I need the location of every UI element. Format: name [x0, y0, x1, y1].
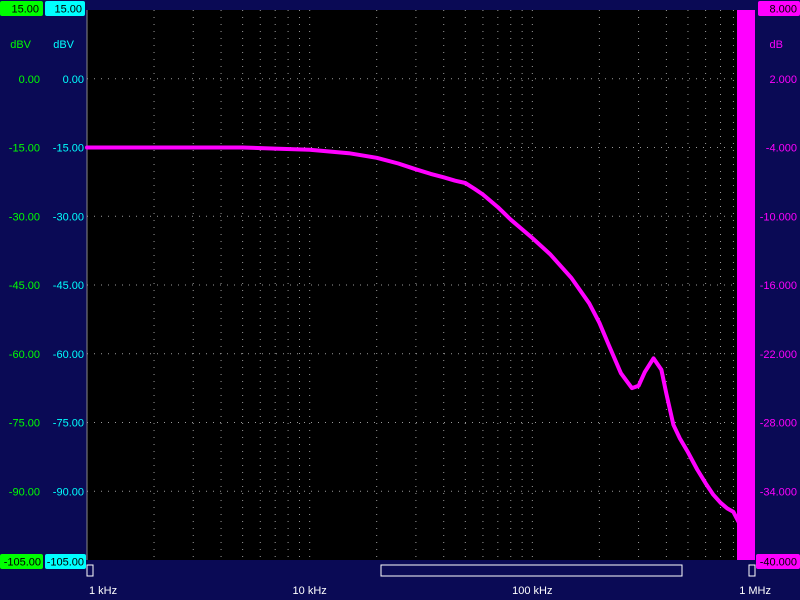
- tick-label-cyan: -45.00: [53, 280, 84, 292]
- x-tick-label: 10 kHz: [293, 585, 327, 597]
- x-axis-labels: 1 kHz 10 kHz 100 kHz 1 MHz: [89, 585, 771, 597]
- top-badge-green: 15.00: [11, 4, 39, 16]
- tick-label-magenta: -16.000: [760, 280, 797, 292]
- tick-label-cyan: -75.00: [53, 418, 84, 430]
- tick-label-cyan: -15.00: [53, 143, 84, 155]
- right-axis-magenta: 8.000 dB 2.000 -4.000 -10.000 -16.000 -22.00…: [756, 1, 800, 569]
- bottom-badge-cyan: -105.00: [47, 557, 84, 569]
- tick-label-magenta: -28.000: [760, 418, 797, 430]
- tick-label-cyan: -90.00: [53, 486, 84, 498]
- left-axis-green: 15.00 dBV 0.00 -15.00 -30.00 -45.00 -60.00 -7…: [0, 1, 43, 569]
- top-badge-cyan: 15.00: [54, 4, 82, 16]
- x-tick-label: 100 kHz: [512, 585, 552, 597]
- unit-label-magenta: dB: [770, 39, 783, 51]
- tick-label-magenta: 2.000: [769, 74, 797, 86]
- tick-label-green: -60.00: [9, 349, 40, 361]
- tick-label-green: 0.00: [19, 74, 40, 86]
- tick-label-magenta: -4.000: [766, 143, 797, 155]
- tick-label-magenta: -34.000: [760, 486, 797, 498]
- tick-label-magenta: -10.000: [760, 211, 797, 223]
- tick-label-cyan: -60.00: [53, 349, 84, 361]
- tick-label-green: -15.00: [9, 143, 40, 155]
- unit-label-cyan: dBV: [53, 39, 74, 51]
- trace-noise-band: [737, 10, 755, 560]
- tick-label-cyan: -30.00: [53, 211, 84, 223]
- unit-label-green: dBV: [10, 39, 31, 51]
- analyzer-display: 15.00 dBV 0.00 -15.00 -30.00 -45.00 -60.00 -7…: [0, 1, 800, 597]
- tick-label-magenta: -22.000: [760, 349, 797, 361]
- x-tick-label: 1 kHz: [89, 585, 117, 597]
- tick-label-green: -90.00: [9, 486, 40, 498]
- tick-label-green: -75.00: [9, 418, 40, 430]
- x-scrollbar[interactable]: [86, 564, 756, 577]
- x-tick-label: 1 MHz: [739, 585, 771, 597]
- bottom-badge-green: -105.00: [4, 557, 41, 569]
- scrollbar-track[interactable]: [87, 564, 755, 577]
- bottom-badge-magenta: -40.000: [760, 557, 797, 569]
- tick-label-green: -30.00: [9, 211, 40, 223]
- top-badge-magenta: 8.000: [769, 4, 797, 16]
- tick-label-cyan: 0.00: [63, 74, 84, 86]
- left-axis-cyan: 15.00 dBV 0.00 -15.00 -30.00 -45.00 -60.00 -7…: [45, 1, 86, 569]
- tick-label-green: -45.00: [9, 280, 40, 292]
